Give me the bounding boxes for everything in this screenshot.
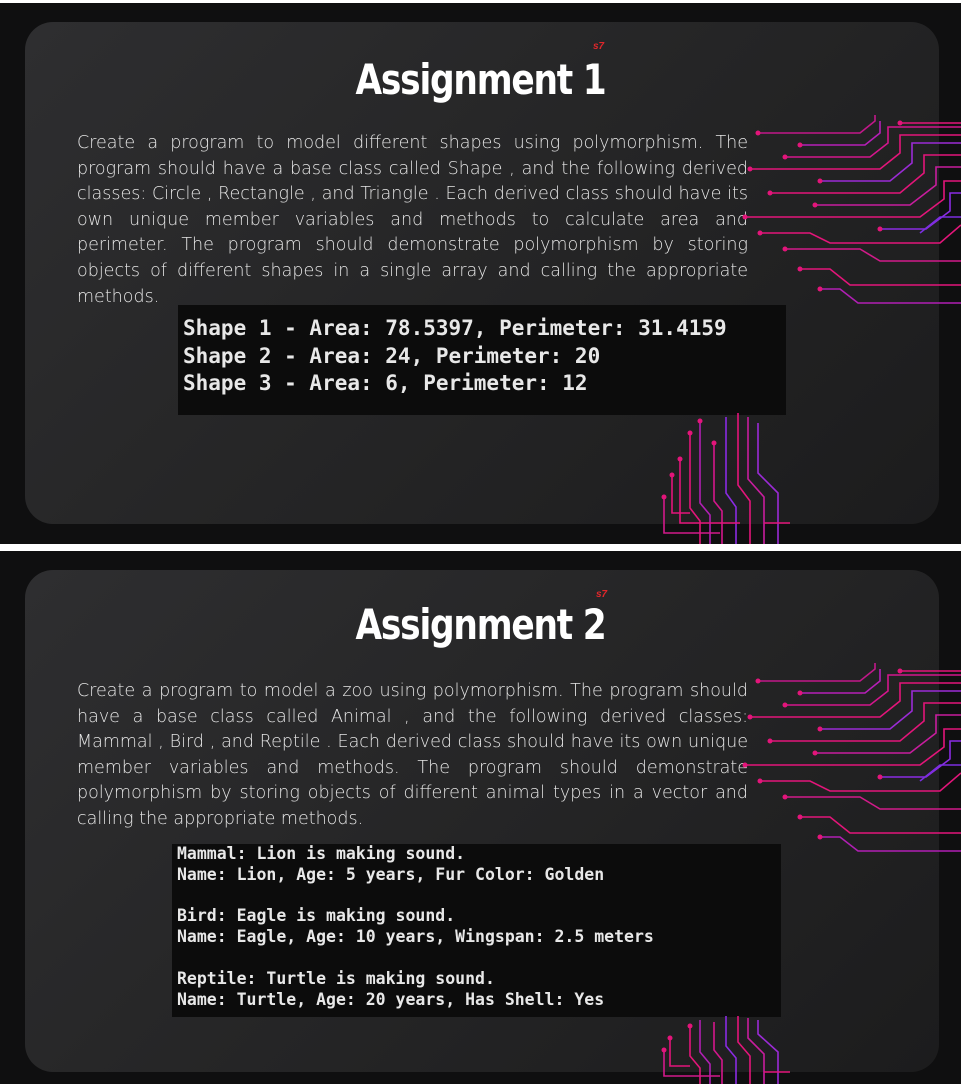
console-line: Mammal: Lion is making sound. [177, 844, 466, 863]
circuit-decoration-bottom [661, 413, 790, 544]
assignment-description: Create a program to model a zoo using po… [77, 681, 748, 829]
console-line: Shape 2 - Area: 24, Perimeter: 20 [183, 343, 601, 368]
slide-badge: s7 [593, 41, 605, 52]
assignment-description: Create a program to model different shap… [77, 133, 748, 307]
console-line: Reptile: Turtle is making sound. [177, 968, 495, 988]
circuit-decoration-right [742, 663, 961, 852]
console-line: Shape 1 - Area: 78.5397, Perimeter: 31.4… [183, 316, 727, 340]
circuit-decoration-right [742, 115, 961, 304]
circuit-decoration-bottom [661, 1016, 790, 1084]
console-output: Mammal: Lion is making sound. Name: Lion… [172, 844, 781, 1017]
console-line: Name: Turtle, Age: 20 years, Has Shell: … [177, 989, 605, 1009]
console-line: Name: Eagle, Age: 10 years, Wingspan: 2.… [177, 927, 654, 947]
slide-badge: s7 [596, 589, 608, 600]
slide-assignment-1: s7 Assignment 1 Create a program to mode… [0, 3, 961, 544]
console-output: Shape 1 - Area: 78.5397, Perimeter: 31.4… [178, 305, 786, 415]
slide-title: Assignment 2 [355, 600, 606, 649]
slide-assignment-2: s7 Assignment 2 Create a program to mode… [0, 551, 961, 1084]
slide-title: Assignment 1 [355, 55, 606, 104]
console-line: Shape 3 - Area: 6, Perimeter: 12 [183, 371, 588, 395]
console-line: Name: Lion, Age: 5 years, Fur Color: Gol… [177, 864, 605, 884]
console-line: Bird: Eagle is making sound. [177, 906, 456, 926]
